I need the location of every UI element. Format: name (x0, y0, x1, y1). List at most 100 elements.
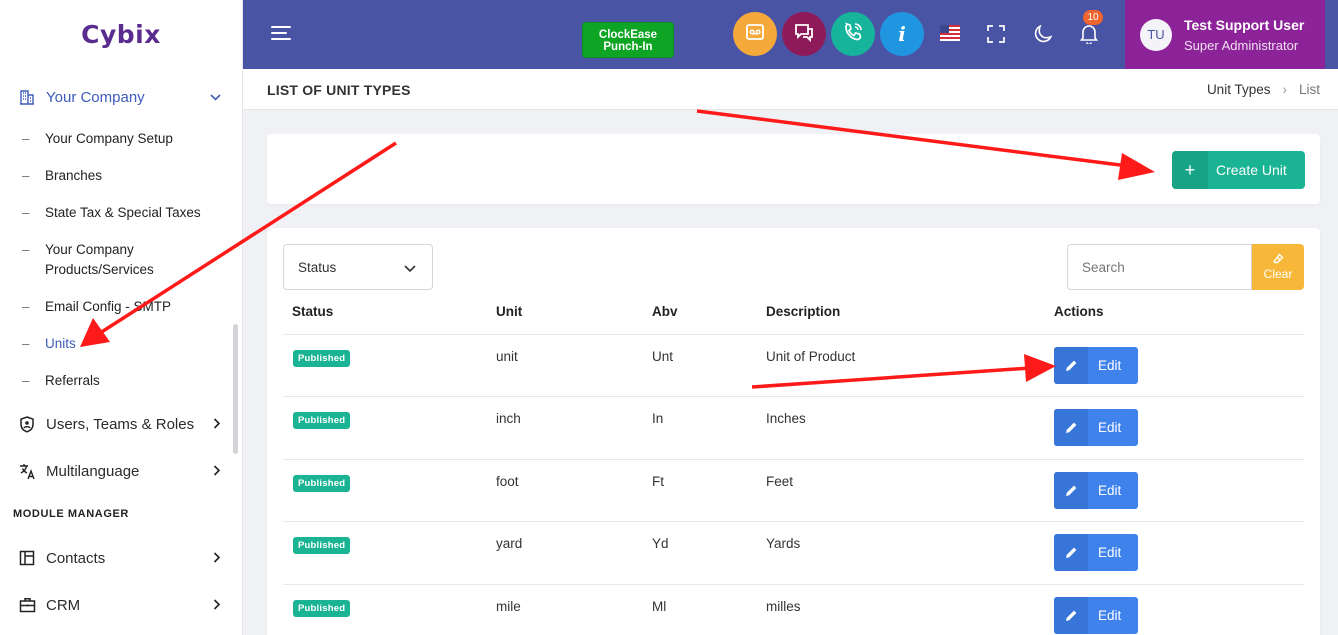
abv-cell: Unt (652, 349, 674, 364)
column-header-actions: Actions (1054, 304, 1104, 319)
clear-button[interactable]: Clear (1252, 244, 1304, 290)
page-title-bar: LIST OF UNIT TYPES Unit Types › List (243, 69, 1338, 110)
page-title: LIST OF UNIT TYPES (267, 82, 411, 98)
table-row: Published inch In Inches Edit (283, 396, 1304, 459)
unit-cell: inch (496, 411, 521, 426)
abv-cell: Ft (652, 474, 664, 489)
status-badge: Published (293, 350, 351, 367)
phone-button[interactable] (831, 12, 875, 56)
status-badge: Published (293, 475, 351, 492)
sidebar-subitem-email-config[interactable]: – Email Config - SMTP (22, 297, 222, 317)
chat-button[interactable] (782, 12, 826, 56)
description-cell: Yards (766, 536, 801, 551)
translate-icon (18, 462, 36, 480)
notification-count-badge: 10 (1083, 10, 1103, 25)
table-row: Published unit Unt Unit of Product Edit (283, 334, 1304, 396)
building-icon (18, 88, 36, 106)
pencil-icon (1054, 409, 1088, 446)
sidebar-item-crm[interactable]: CRM (0, 595, 242, 615)
section-label-module-manager: MODULE MANAGER (13, 508, 129, 520)
breadcrumb-unit-types[interactable]: Unit Types (1207, 82, 1271, 97)
edit-button[interactable]: Edit (1054, 597, 1138, 634)
edit-button[interactable]: Edit (1054, 472, 1138, 509)
unit-cell: yard (496, 536, 523, 551)
dark-mode-moon-icon[interactable] (1032, 24, 1052, 44)
voicemail-icon (744, 21, 766, 48)
description-cell: milles (766, 599, 801, 614)
briefcase-icon (18, 596, 36, 614)
pencil-icon (1054, 534, 1088, 571)
sidebar-item-your-company[interactable]: Your Company (0, 87, 242, 107)
abv-cell: Yd (652, 536, 669, 551)
notification-bell-icon[interactable] (1079, 24, 1099, 44)
user-profile-menu[interactable]: TU Test Support User Super Administrator (1125, 0, 1325, 69)
clockease-punch-in-button[interactable]: ClockEase Punch-In (582, 22, 674, 58)
create-unit-button[interactable]: + Create Unit (1172, 151, 1305, 189)
chat-icon (793, 21, 815, 48)
user-name: Test Support User (1184, 16, 1305, 33)
pencil-icon (1054, 597, 1088, 634)
menu-toggle-icon[interactable] (271, 26, 291, 42)
chevron-down-icon (210, 90, 221, 105)
contacts-book-icon (18, 549, 36, 567)
description-cell: Unit of Product (766, 349, 856, 364)
edit-button[interactable]: Edit (1054, 409, 1138, 446)
pencil-icon (1054, 347, 1088, 384)
unit-cell: foot (496, 474, 519, 489)
status-badge: Published (293, 537, 351, 554)
column-header-status: Status (292, 304, 334, 319)
plus-icon: + (1172, 151, 1208, 189)
unit-cell: mile (496, 599, 521, 614)
pencil-icon (1054, 472, 1088, 509)
brand-logo[interactable]: Cybix (0, 0, 242, 69)
chevron-right-icon (213, 464, 221, 479)
shield-user-icon (18, 415, 36, 433)
chevron-right-icon (213, 551, 221, 566)
user-role: Super Administrator (1184, 37, 1299, 53)
top-header: ClockEase Punch-In i 10 TU Test Support … (243, 0, 1338, 69)
table-row: Published mile Ml milles Edit (283, 584, 1304, 635)
voicemail-button[interactable] (733, 12, 777, 56)
sidebar-scrollbar[interactable] (233, 324, 238, 454)
edit-button[interactable]: Edit (1054, 347, 1138, 384)
sidebar-subitem-company-setup[interactable]: – Your Company Setup (22, 129, 222, 149)
info-icon: i (898, 22, 906, 46)
status-badge: Published (293, 600, 351, 617)
sidebar-subitem-products-services[interactable]: – Your Company Products/Services (22, 240, 172, 280)
chevron-right-icon (213, 598, 221, 613)
sidebar-item-contacts[interactable]: Contacts (0, 548, 242, 568)
breadcrumb-list: List (1298, 82, 1320, 97)
avatar: TU (1140, 18, 1172, 51)
column-header-abv: Abv (652, 304, 678, 319)
eraser-icon (1272, 253, 1284, 267)
column-header-description: Description (766, 304, 841, 319)
table-row: Published foot Ft Feet Edit (283, 459, 1304, 521)
info-button[interactable]: i (880, 12, 924, 56)
sidebar-item-label: Your Company (46, 88, 145, 106)
status-filter-select[interactable]: Status (283, 244, 433, 290)
chevron-down-icon (404, 261, 416, 276)
unit-table-card: Status Clear Status Unit Abv Description… (267, 228, 1320, 635)
table-row: Published yard Yd Yards Edit (283, 521, 1304, 584)
us-flag-icon[interactable] (940, 25, 960, 41)
search-input[interactable] (1067, 244, 1252, 290)
sidebar-item-label: Contacts (46, 549, 106, 567)
sidebar-item-multilanguage[interactable]: Multilanguage (0, 461, 242, 481)
sidebar-item-label: Multilanguage (46, 462, 140, 480)
sidebar-subitem-units[interactable]: – Units (22, 334, 222, 354)
column-header-unit: Unit (496, 304, 523, 319)
sidebar-subitem-referrals[interactable]: – Referrals (22, 371, 222, 391)
sidebar-item-label: Users, Teams & Roles (46, 415, 195, 433)
chevron-right-icon (213, 417, 221, 432)
description-cell: Feet (766, 474, 794, 489)
unit-cell: unit (496, 349, 518, 364)
sidebar-item-label: CRM (46, 596, 81, 614)
sidebar: Cybix Your Company – Your Company Setup –… (0, 0, 243, 635)
sidebar-item-users-teams-roles[interactable]: Users, Teams & Roles (0, 414, 242, 434)
sidebar-subitem-branches[interactable]: – Branches (22, 166, 222, 186)
fullscreen-icon[interactable] (986, 24, 1006, 44)
abv-cell: Ml (652, 599, 667, 614)
sidebar-subitem-state-tax[interactable]: – State Tax & Special Taxes (22, 203, 222, 223)
description-cell: Inches (766, 411, 806, 426)
edit-button[interactable]: Edit (1054, 534, 1138, 571)
